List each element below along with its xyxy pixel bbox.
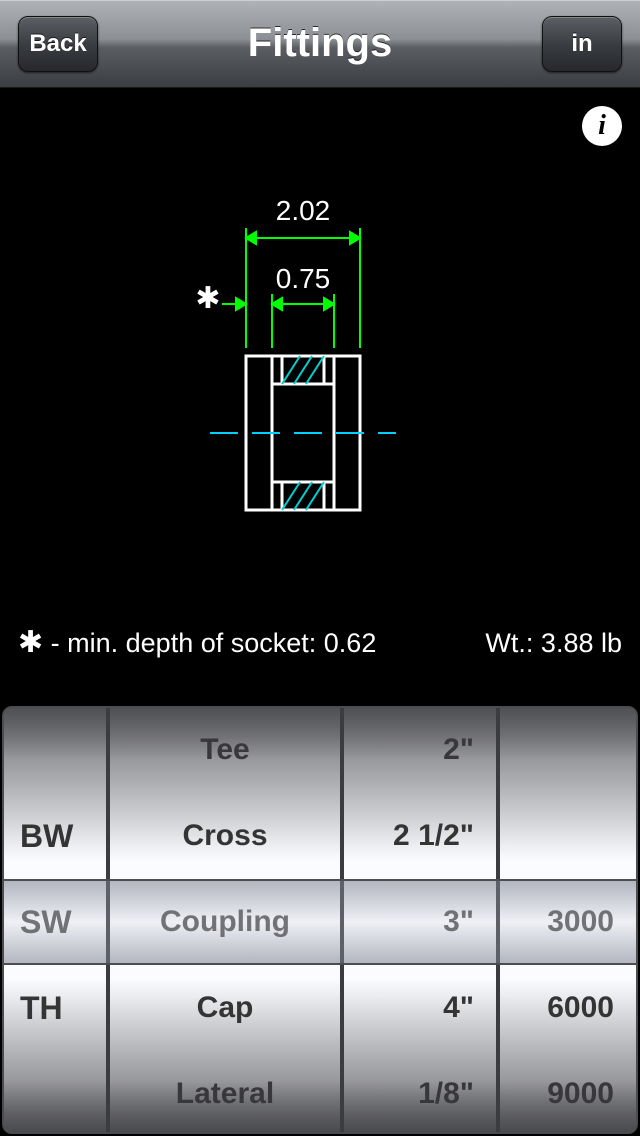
picker-row[interactable]: 9000 (500, 1051, 632, 1134)
picker-col-fitting[interactable]: TeeCrossCouplingCapLateral (110, 708, 344, 1132)
picker-row[interactable] (4, 707, 106, 793)
units-toggle-button[interactable]: in (542, 16, 622, 72)
back-button[interactable]: Back (18, 16, 98, 72)
picker-col-size[interactable]: 2"2 1/2"3"4"1/8" (344, 708, 500, 1132)
picker-row[interactable]: 2 1/2" (344, 793, 496, 879)
picker-col-type[interactable]: BWSWTH (4, 708, 110, 1132)
star-icon: ✱ (18, 626, 43, 659)
picker-row[interactable]: Coupling (110, 879, 340, 965)
picker-row[interactable]: BW (4, 793, 106, 879)
picker-row[interactable]: 2" (344, 707, 496, 793)
picker-row[interactable]: SW (4, 879, 106, 965)
picker-row[interactable] (4, 1051, 106, 1134)
picker-row[interactable]: TH (4, 965, 106, 1051)
picker-row[interactable]: 4" (344, 965, 496, 1051)
fitting-diagram: 2.02 0.75 ✱ (0, 88, 640, 608)
picker-col-class[interactable]: 300060009000 (500, 708, 632, 1132)
picker-row[interactable]: 6000 (500, 965, 632, 1051)
picker-row[interactable]: Tee (110, 707, 340, 793)
picker-row[interactable]: 3" (344, 879, 496, 965)
picker-row[interactable]: Lateral (110, 1051, 340, 1134)
picker-row[interactable]: 3000 (500, 879, 632, 965)
star-marker: ✱ (195, 282, 220, 315)
picker-row[interactable] (500, 793, 632, 879)
dim-inner-label: 0.75 (276, 263, 331, 294)
navbar: Back Fittings in (0, 0, 640, 88)
diagram-footer: ✱ - min. depth of socket: 0.62 Wt.: 3.88… (0, 625, 640, 660)
picker-row[interactable] (500, 707, 632, 793)
page-title: Fittings (248, 21, 392, 66)
dim-outer-label: 2.02 (276, 195, 331, 226)
weight-label: Wt.: 3.88 lb (485, 628, 622, 659)
picker-row[interactable]: 1/8" (344, 1051, 496, 1134)
picker-row[interactable]: Cap (110, 965, 340, 1051)
picker-row[interactable]: Cross (110, 793, 340, 879)
socket-depth-note: ✱ - min. depth of socket: 0.62 (18, 625, 376, 660)
diagram-area: i 2.02 0.75 ✱ (0, 88, 640, 706)
picker: BWSWTH TeeCrossCouplingCapLateral 2"2 1/… (2, 706, 638, 1134)
